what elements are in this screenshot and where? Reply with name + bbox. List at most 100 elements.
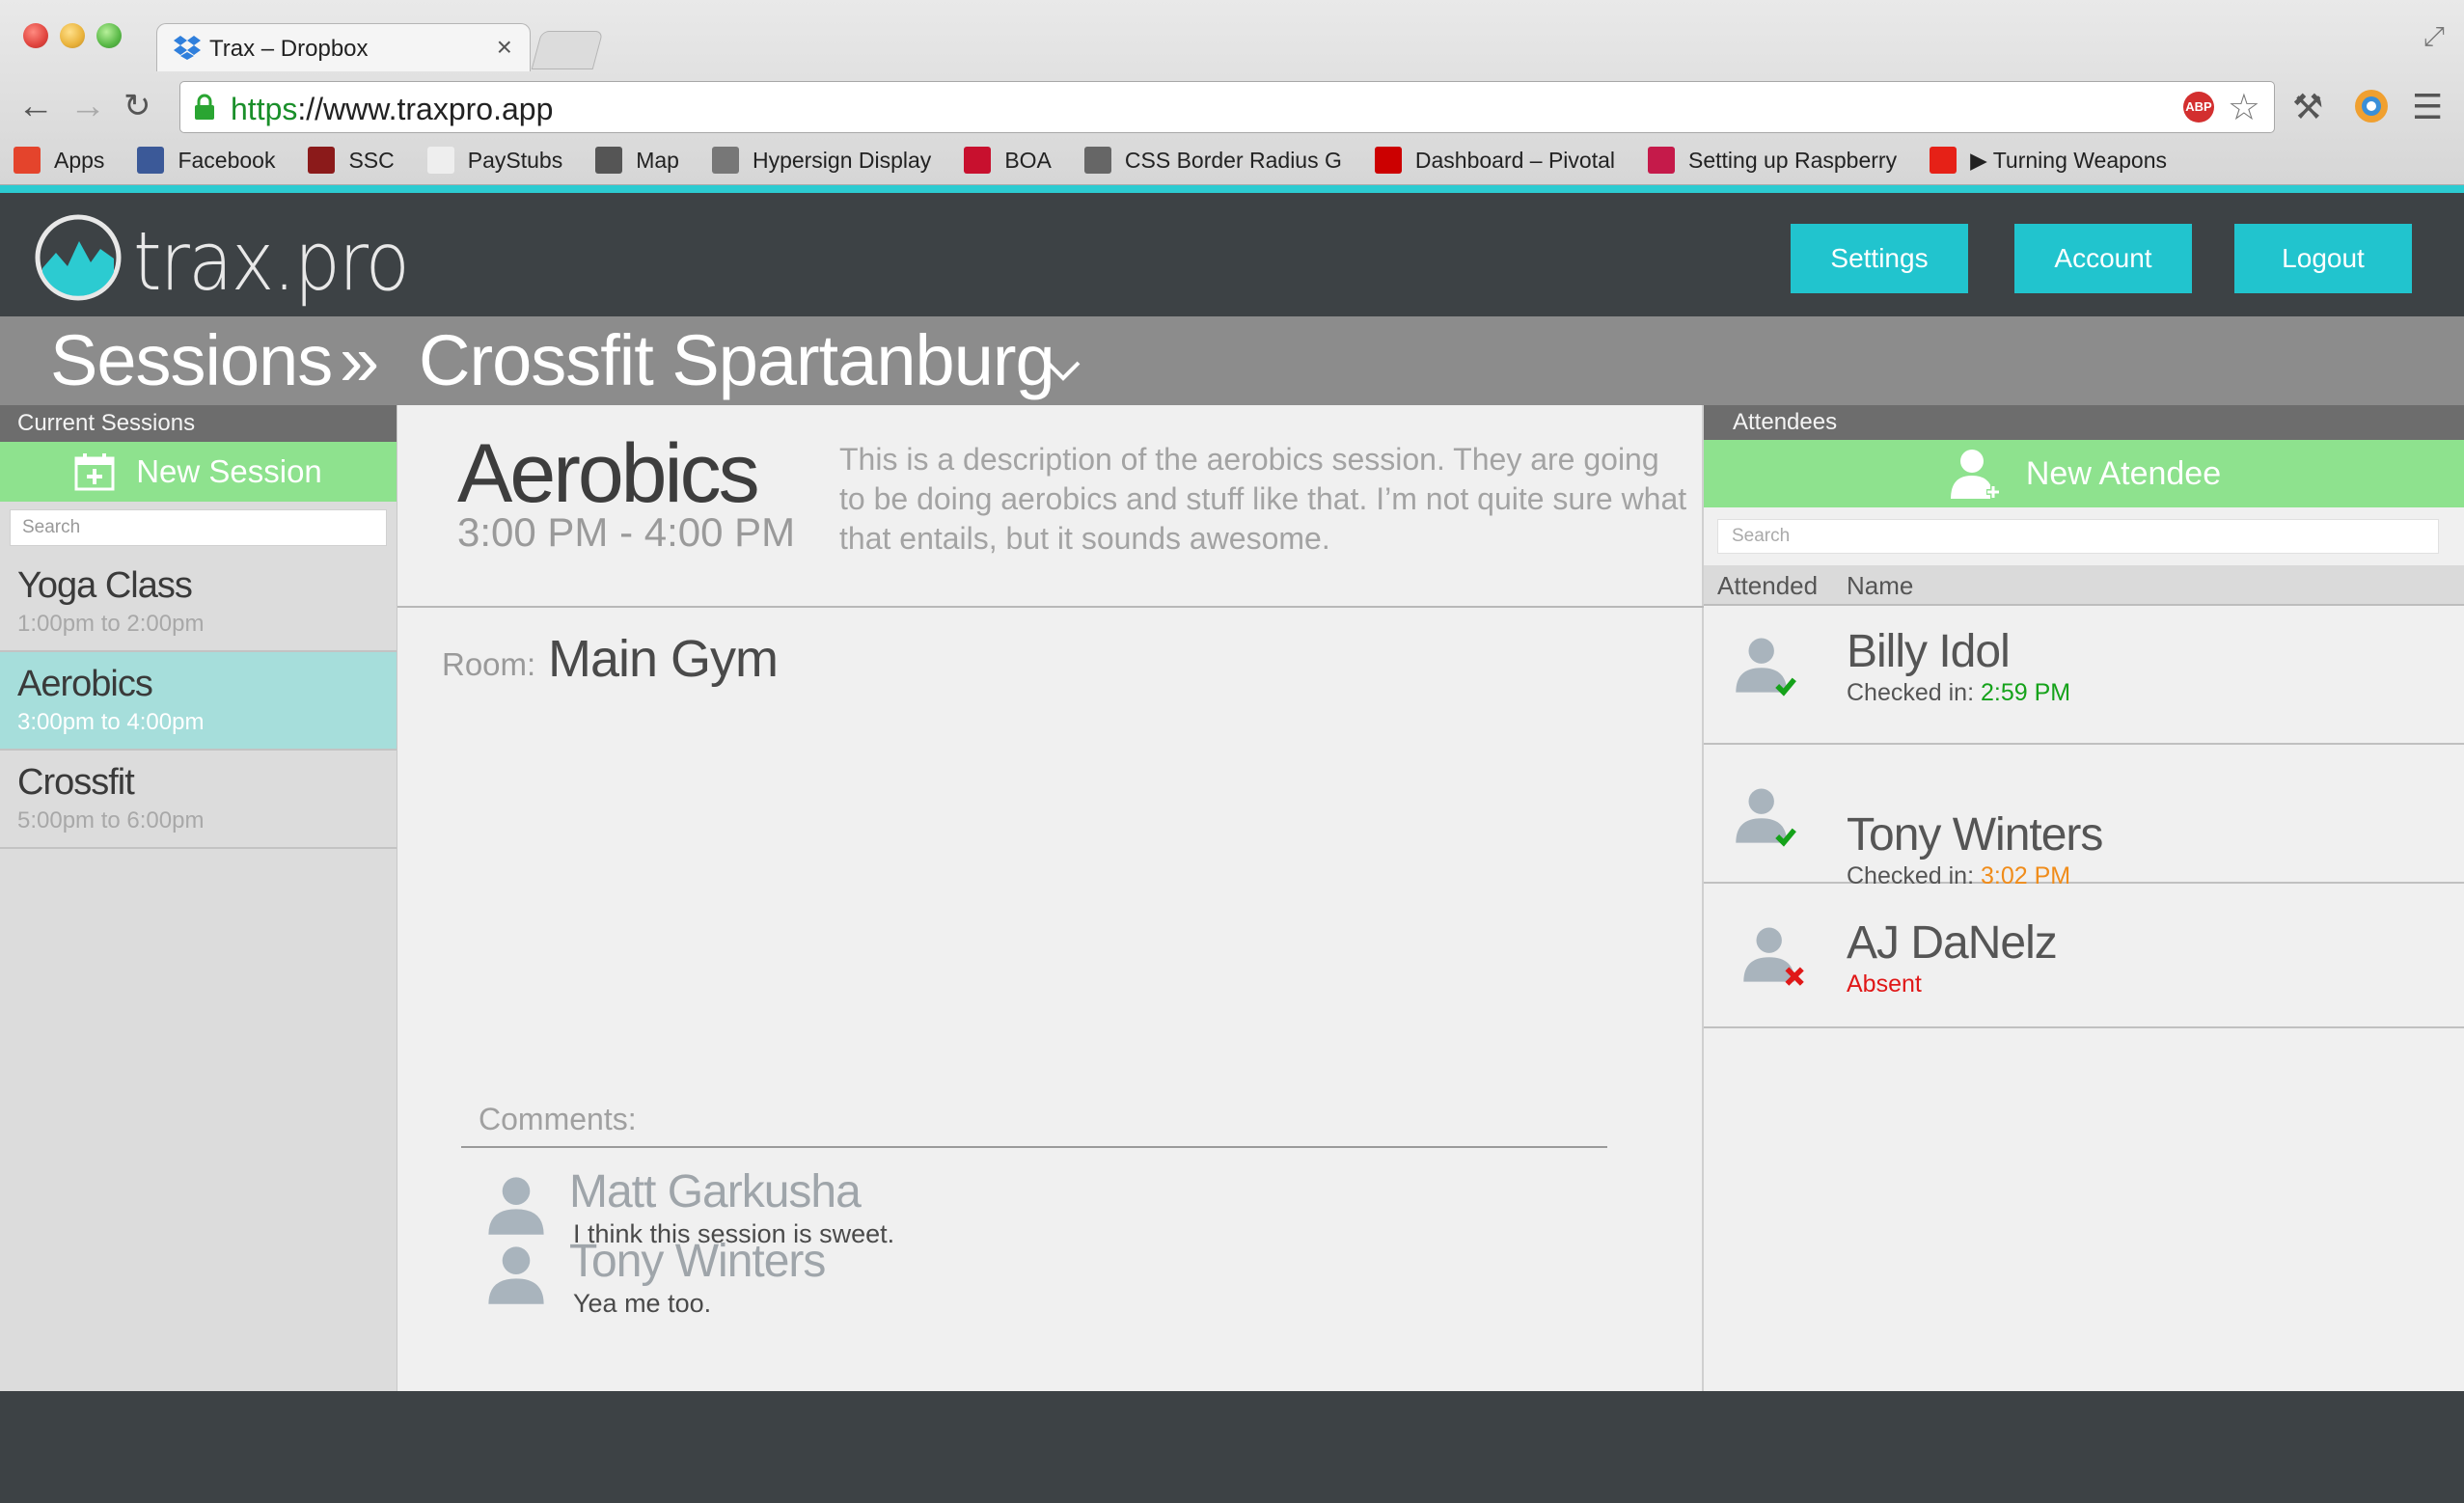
browser-chrome: Trax – Dropbox × ⤢ ← → ↻ https://www.tra… xyxy=(0,0,2464,185)
column-attended[interactable]: Attended xyxy=(1717,571,1818,601)
divider xyxy=(397,606,1704,608)
session-item-time: 1:00pm to 2:00pm xyxy=(17,611,205,637)
bookmarks-bar: Apps Facebook SSC PayStubs Map Hypersign Disp… xyxy=(14,141,2200,179)
ssc-icon xyxy=(308,147,336,174)
session-list: Yoga Class 1:00pm to 2:00pm Aerobics 3:00pm… xyxy=(0,554,397,849)
adblock-icon[interactable]: ABP xyxy=(2183,92,2214,123)
raspberry-icon xyxy=(1648,147,1675,174)
column-name[interactable]: Name xyxy=(1847,571,1913,601)
bookmark-item[interactable]: Hypersign Display xyxy=(711,147,932,174)
avatar-icon xyxy=(484,1243,548,1311)
logo-text[interactable]: trax.pro xyxy=(133,214,410,309)
breadcrumb-location[interactable]: Crossfit Spartanburg xyxy=(419,316,1055,405)
url-text: https://www.traxpro.app xyxy=(231,92,554,126)
attendee-row[interactable]: Billy Idol Checked in: 2:59 PM xyxy=(1704,606,2464,745)
logout-button[interactable]: Logout xyxy=(2234,224,2412,293)
user-checked-icon xyxy=(1733,783,1796,852)
status-label: Checked in: xyxy=(1847,679,1975,706)
minimize-window-button[interactable] xyxy=(60,23,85,48)
breadcrumb: Sessions » Crossfit Spartanburg xyxy=(0,316,2464,405)
attendee-name: Tony Winters xyxy=(1847,809,2103,861)
settings-button[interactable]: Settings xyxy=(1791,224,1968,293)
reload-button[interactable]: ↻ xyxy=(123,85,151,127)
bookmark-item[interactable]: SSC xyxy=(308,147,395,174)
sidebar-heading: Current Sessions xyxy=(0,405,397,442)
boa-icon xyxy=(964,147,992,174)
bookmark-item[interactable]: PayStubs xyxy=(426,147,562,174)
bookmark-item[interactable]: Map xyxy=(595,147,679,174)
calendar-add-icon xyxy=(74,453,115,491)
bookmark-label: Dashboard – Pivotal xyxy=(1414,147,1615,173)
bookmark-item[interactable]: BOA xyxy=(964,147,1052,174)
attendee-name: AJ DaNelz xyxy=(1847,917,2058,969)
new-tab-button[interactable] xyxy=(531,31,604,69)
bookmark-label: CSS Border Radius G xyxy=(1124,147,1342,173)
bookmark-item[interactable]: Apps xyxy=(14,147,104,174)
browser-tab[interactable]: Trax – Dropbox × xyxy=(156,23,531,71)
new-session-label: New Session xyxy=(136,453,322,489)
add-user-icon xyxy=(1950,450,2000,499)
accent-strip xyxy=(0,185,2464,193)
attendee-row[interactable]: AJ DaNelz Absent xyxy=(1704,884,2464,1028)
session-item-name: Aerobics xyxy=(17,664,153,704)
session-item[interactable]: Aerobics 3:00pm to 4:00pm xyxy=(0,652,397,751)
attendee-row[interactable]: Tony Winters Checked in: 3:02 PM xyxy=(1704,745,2464,889)
bookmark-star-icon[interactable]: ☆ xyxy=(2228,86,2260,129)
attendee-status: Absent xyxy=(1847,970,1922,998)
session-item-time: 3:00pm to 4:00pm xyxy=(17,709,205,735)
comment-item: Tony Winters Yea me too. xyxy=(484,1235,1353,1341)
comment-author: Tony Winters xyxy=(569,1236,826,1287)
bookmark-label: Apps xyxy=(54,147,105,173)
sessions-sidebar: Current Sessions New Session Search Yoga… xyxy=(0,405,397,1391)
account-button[interactable]: Account xyxy=(2014,224,2192,293)
lock-icon xyxy=(195,94,214,120)
bookmark-label: Hypersign Display xyxy=(752,147,932,173)
stack-icon xyxy=(711,147,739,174)
new-attendee-label: New Atendee xyxy=(2025,454,2222,492)
bookmark-label: Facebook xyxy=(178,147,276,173)
menu-icon[interactable]: ☰ xyxy=(2412,87,2443,127)
avatar-icon xyxy=(484,1173,548,1242)
zoom-window-button[interactable] xyxy=(96,23,122,48)
back-button[interactable]: ← xyxy=(17,85,54,127)
close-window-button[interactable] xyxy=(23,23,48,48)
facebook-icon xyxy=(137,147,165,174)
bookmark-item[interactable]: Facebook xyxy=(137,147,275,174)
bookmark-label: Map xyxy=(636,147,679,173)
breadcrumb-sessions[interactable]: Sessions xyxy=(50,316,333,405)
session-item[interactable]: Yoga Class 1:00pm to 2:00pm xyxy=(0,554,397,652)
tab-close-button[interactable]: × xyxy=(497,32,512,63)
bookmark-item[interactable]: Setting up Raspberry xyxy=(1648,147,1897,174)
comment-author: Matt Garkusha xyxy=(569,1166,862,1217)
new-attendee-button[interactable]: New Atendee xyxy=(1704,440,2464,507)
session-detail: Aerobics 3:00 PM - 4:00 PM This is a des… xyxy=(397,405,1704,1391)
session-search-input[interactable]: Search xyxy=(10,509,387,546)
attendee-name: Billy Idol xyxy=(1847,626,2011,677)
session-item[interactable]: Crossfit 5:00pm to 6:00pm xyxy=(0,751,397,849)
footer xyxy=(0,1391,2464,1503)
status-value: 2:59 PM xyxy=(1980,679,2071,706)
bookmark-label: BOA xyxy=(1004,147,1052,173)
chrome-extension-icon[interactable] xyxy=(2352,87,2391,134)
session-item-time: 5:00pm to 6:00pm xyxy=(17,807,205,833)
address-bar[interactable]: https://www.traxpro.app ABP ☆ xyxy=(179,81,2275,133)
session-title: Aerobics xyxy=(457,427,760,520)
bookmark-item[interactable]: Dashboard – Pivotal xyxy=(1374,147,1615,174)
room-value: Main Gym xyxy=(548,630,779,688)
bookmark-item[interactable]: ▶ Turning Weapons xyxy=(1930,147,2167,174)
dot-icon xyxy=(1083,147,1111,174)
bookmark-item[interactable]: CSS Border Radius G xyxy=(1083,147,1342,174)
apps-grid-icon xyxy=(14,147,41,174)
new-session-button[interactable]: New Session xyxy=(0,442,397,502)
attendee-search-input[interactable]: Search xyxy=(1717,519,2439,554)
user-checked-icon xyxy=(1733,633,1796,701)
forward-button[interactable]: → xyxy=(69,85,106,127)
user-absent-icon xyxy=(1740,922,1804,991)
chevron-down-icon[interactable] xyxy=(1044,351,1082,390)
fullscreen-icon[interactable]: ⤢ xyxy=(2423,21,2445,53)
session-time: 3:00 PM - 4:00 PM xyxy=(457,509,796,555)
trax-logo-icon[interactable] xyxy=(35,214,122,301)
extension-icon[interactable]: ⚒ xyxy=(2292,87,2323,127)
bookmark-label: SSC xyxy=(348,147,395,173)
attendee-status: Checked in: 2:59 PM xyxy=(1847,679,2070,707)
